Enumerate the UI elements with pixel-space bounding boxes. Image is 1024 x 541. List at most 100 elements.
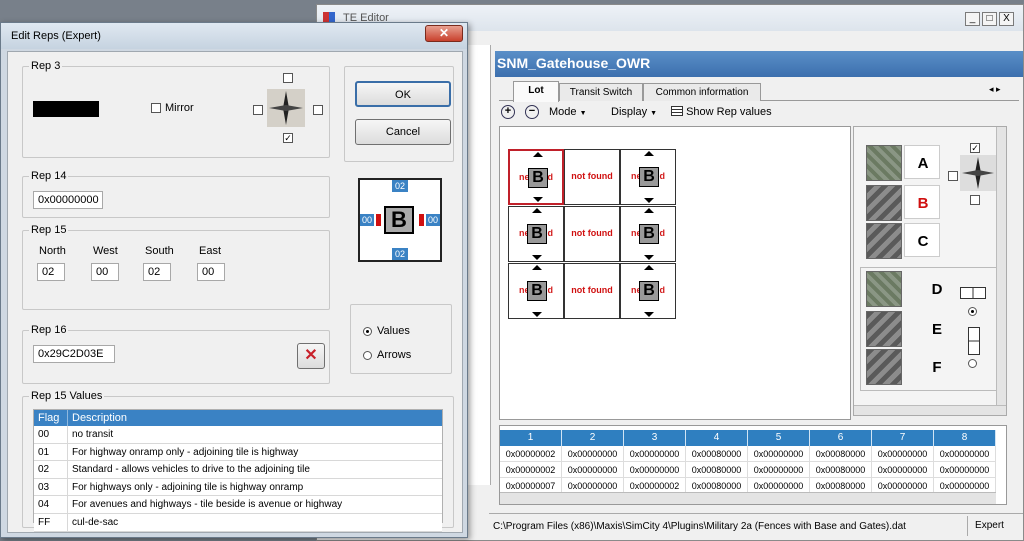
rep-table-header[interactable]: 3	[624, 430, 686, 446]
tab-transit-switch[interactable]: Transit Switch	[559, 83, 643, 101]
minimize-button[interactable]: _	[965, 12, 980, 26]
rep-table-cell[interactable]: 0x00000000	[872, 462, 934, 478]
tile-thumb-f[interactable]	[866, 349, 902, 385]
rep-table-cell[interactable]: 0x00000000	[748, 446, 810, 462]
ok-button[interactable]: OK	[355, 81, 451, 107]
flag-cell: 03	[34, 478, 68, 496]
rep-table-cell[interactable]: 0x00000000	[562, 446, 624, 462]
side-hscrollbar[interactable]	[854, 405, 1006, 415]
arrow-up-icon	[532, 265, 542, 270]
edit-reps-dialog: Edit Reps (Expert) ✕ Rep 3 Mirror ✓ OK C…	[0, 22, 468, 538]
rotation-checkbox-left[interactable]	[948, 171, 958, 181]
rep-table-header[interactable]: 7	[872, 430, 934, 446]
values-radio[interactable]	[363, 327, 372, 336]
rep-table-header[interactable]: 5	[748, 430, 810, 446]
close-button[interactable]: X	[999, 12, 1014, 26]
flag-table-row[interactable]: 01 For highway onramp only - adjoining ti…	[34, 443, 442, 462]
rep-table-cell[interactable]: 0x00000000	[872, 446, 934, 462]
north-input[interactable]: 02	[37, 263, 65, 281]
rep-table-cell[interactable]: 0x00000000	[748, 462, 810, 478]
east-input[interactable]: 00	[197, 263, 225, 281]
rep14-input[interactable]: 0x00000000	[33, 191, 103, 209]
cancel-button[interactable]: Cancel	[355, 119, 451, 145]
tile-thumb-e[interactable]	[866, 311, 902, 347]
flag-table-row[interactable]: 03 For highways only - adjoining tile is …	[34, 478, 442, 497]
tab-lot[interactable]: Lot	[513, 81, 559, 102]
lot-tile[interactable]: not found	[564, 263, 620, 319]
rep-table-cell[interactable]: 0x00080000	[810, 462, 872, 478]
rep-table-header[interactable]: 4	[686, 430, 748, 446]
maximize-button[interactable]: □	[982, 12, 997, 26]
mirror-checkbox[interactable]	[151, 103, 161, 113]
preview-south-value: 02	[392, 248, 408, 260]
lot-tile[interactable]: ne ... ndB	[620, 263, 676, 319]
lot-tile[interactable]: ne ... ndB	[508, 206, 564, 262]
flag-table-row[interactable]: 00 no transit	[34, 426, 442, 444]
tile-thumb-d[interactable]	[866, 271, 902, 307]
action-group: OK Cancel	[344, 66, 454, 162]
chevron-down-icon: ▼	[579, 110, 587, 117]
flag-table-row[interactable]: FF cul-de-sac	[34, 513, 442, 532]
tile-thumb-a[interactable]	[866, 145, 902, 181]
rotation-checkbox-top[interactable]: ✓	[970, 143, 980, 153]
rep-table-cell[interactable]: 0x00000000	[624, 462, 686, 478]
horizontal-radio[interactable]	[968, 307, 977, 316]
rep-table-header[interactable]: 6	[810, 430, 872, 446]
mirror-label: Mirror	[165, 102, 194, 114]
rep16-input[interactable]: 0x29C2D03E	[33, 345, 115, 363]
dialog-close-button[interactable]: ✕	[425, 25, 463, 42]
south-input[interactable]: 02	[143, 263, 171, 281]
zoom-in-icon[interactable]: +	[501, 105, 515, 119]
letter-b: B	[917, 195, 929, 212]
lot-tile[interactable]: not found	[564, 149, 620, 205]
lot-name-header: SNM_Gatehouse_OWR	[495, 51, 1023, 77]
lot-tile[interactable]: ne ... ndB	[508, 149, 564, 205]
tile-thumb-c[interactable]	[866, 223, 902, 259]
mode-label: Mode	[549, 106, 577, 118]
mode-dropdown[interactable]: Mode ▼	[549, 105, 587, 121]
rep3-checkbox-right[interactable]	[313, 105, 323, 115]
flag-table-row[interactable]: 02 Standard - allows vehicles to drive to…	[34, 461, 442, 479]
rep-table-header[interactable]: 1	[500, 430, 562, 446]
tile-thumb-b[interactable]	[866, 185, 902, 221]
side-vscrollbar[interactable]	[996, 127, 1006, 405]
rep-table-cell[interactable]: 0x00080000	[686, 462, 748, 478]
rep-table-header[interactable]: 8	[934, 430, 996, 446]
description-cell: For avenues and highways - tile beside i…	[72, 499, 343, 511]
tab-common-information[interactable]: Common information	[643, 83, 761, 101]
zoom-out-icon[interactable]: −	[525, 105, 539, 119]
arrow-up-icon	[644, 265, 654, 270]
flag-table-row[interactable]: 04 For avenues and highways - tile beside…	[34, 496, 442, 514]
rep-table-cell[interactable]: 0x00000002	[500, 462, 562, 478]
rep-table-header[interactable]: 2	[562, 430, 624, 446]
rep3-color-swatch[interactable]	[33, 101, 99, 117]
rep3-checkbox-bottom[interactable]: ✓	[283, 133, 293, 143]
west-input[interactable]: 00	[91, 263, 119, 281]
rep-table-cell[interactable]: 0x00000000	[934, 462, 996, 478]
rep-table-hscrollbar[interactable]	[500, 492, 996, 504]
rep3-checkbox-left[interactable]	[253, 105, 263, 115]
tab-scroll-arrows[interactable]: ◂ ▸	[989, 84, 1001, 95]
horizontal-split-icon	[960, 287, 986, 299]
rep-table-cell[interactable]: 0x00000000	[624, 446, 686, 462]
show-rep-values-button[interactable]: Show Rep values	[671, 105, 772, 119]
arrow-up-icon	[532, 208, 542, 213]
display-dropdown[interactable]: Display ▼	[611, 105, 657, 121]
lot-tile[interactable]: not found	[564, 206, 620, 262]
arrows-radio[interactable]	[363, 351, 372, 360]
lot-tile[interactable]: ne ... ndB	[620, 206, 676, 262]
rep-table-cell[interactable]: 0x00000000	[562, 462, 624, 478]
lot-tile[interactable]: ne ... ndB	[620, 149, 676, 205]
lot-tile[interactable]: ne ... ndB	[508, 263, 564, 319]
rep-table-cell[interactable]: 0x00000000	[934, 446, 996, 462]
rep3-checkbox-top[interactable]	[283, 73, 293, 83]
vertical-radio[interactable]	[968, 359, 977, 368]
rep-table-cell[interactable]: 0x00080000	[686, 446, 748, 462]
rotation-checkbox-bottom[interactable]	[970, 195, 980, 205]
clear-rep16-button[interactable]: ✕	[297, 343, 325, 369]
letter-box-c: C	[904, 223, 940, 257]
rep-table-cell[interactable]: 0x00080000	[810, 446, 872, 462]
tile-letter: B	[528, 168, 548, 188]
rep-table-cell[interactable]: 0x00000002	[500, 446, 562, 462]
table-icon	[671, 106, 683, 116]
